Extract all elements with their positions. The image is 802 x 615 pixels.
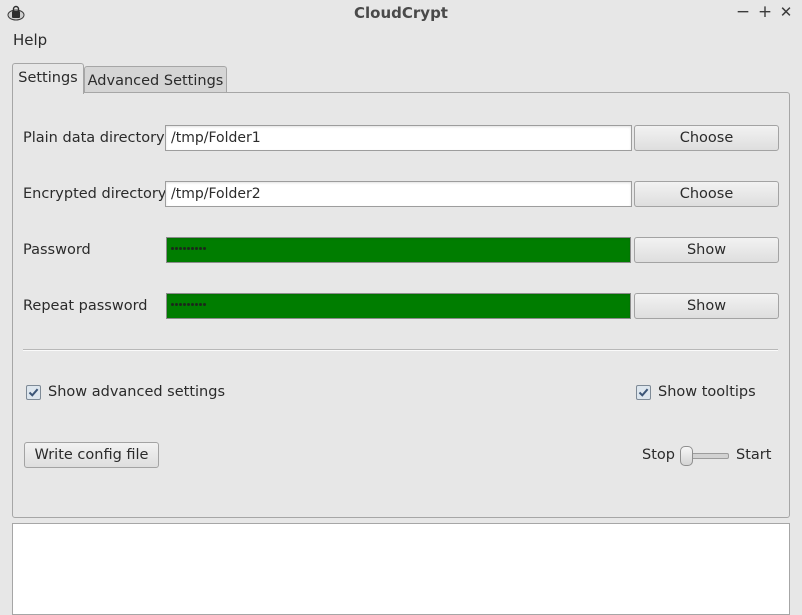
- repeat-password-mask: [171, 303, 206, 309]
- mask-dot: [203, 247, 206, 250]
- repeat-password-label: Repeat password: [23, 298, 148, 314]
- password-input[interactable]: [166, 237, 631, 263]
- mask-dot: [187, 303, 190, 306]
- mask-dot: [199, 247, 202, 250]
- mask-dot: [203, 303, 206, 306]
- mask-dot: [187, 247, 190, 250]
- log-output[interactable]: [12, 523, 790, 615]
- tab-settings[interactable]: Settings: [12, 63, 84, 94]
- close-button[interactable]: ✕: [776, 2, 796, 22]
- write-config-button[interactable]: Write config file: [24, 442, 159, 468]
- separator: [23, 349, 778, 351]
- menu-help[interactable]: Help: [13, 31, 47, 49]
- plain-dir-label: Plain data directory: [23, 130, 165, 146]
- repeat-password-input[interactable]: [166, 293, 631, 319]
- tab-advanced-settings[interactable]: Advanced Settings: [84, 66, 227, 95]
- mask-dot: [191, 303, 194, 306]
- show-advanced-checkbox[interactable]: [26, 385, 41, 400]
- window-title: CloudCrypt: [354, 4, 448, 22]
- checkmark-icon: [638, 388, 649, 397]
- password-mask: [171, 247, 206, 253]
- slider-start-label: Start: [736, 447, 772, 463]
- mask-dot: [171, 247, 174, 250]
- splitter-handle[interactable]: [398, 517, 406, 529]
- minimize-button[interactable]: −: [733, 2, 753, 22]
- start-stop-slider-handle[interactable]: [680, 446, 693, 466]
- show-advanced-label[interactable]: Show advanced settings: [48, 384, 225, 400]
- mask-dot: [171, 303, 174, 306]
- mask-dot: [191, 247, 194, 250]
- password-label: Password: [23, 242, 91, 258]
- mask-dot: [179, 247, 182, 250]
- checkmark-icon: [28, 388, 39, 397]
- mask-dot: [183, 303, 186, 306]
- show-tooltips-label[interactable]: Show tooltips: [658, 384, 756, 400]
- choose-encrypted-button[interactable]: Choose: [634, 181, 779, 207]
- mask-dot: [195, 303, 198, 306]
- maximize-button[interactable]: +: [755, 2, 775, 22]
- mask-dot: [183, 247, 186, 250]
- mask-dot: [199, 303, 202, 306]
- menu-bar: Help: [0, 27, 802, 53]
- mask-dot: [175, 303, 178, 306]
- encrypted-dir-input[interactable]: /tmp/Folder2: [165, 181, 632, 207]
- show-repeat-password-button[interactable]: Show: [634, 293, 779, 319]
- mask-dot: [179, 303, 182, 306]
- show-tooltips-checkbox[interactable]: [636, 385, 651, 400]
- mask-dot: [175, 247, 178, 250]
- title-bar: CloudCrypt − + ✕: [0, 0, 802, 26]
- plain-dir-input[interactable]: /tmp/Folder1: [165, 125, 632, 151]
- encrypted-dir-label: Encrypted directory: [23, 186, 167, 202]
- mask-dot: [195, 247, 198, 250]
- choose-plain-button[interactable]: Choose: [634, 125, 779, 151]
- show-password-button[interactable]: Show: [634, 237, 779, 263]
- slider-stop-label: Stop: [642, 447, 675, 463]
